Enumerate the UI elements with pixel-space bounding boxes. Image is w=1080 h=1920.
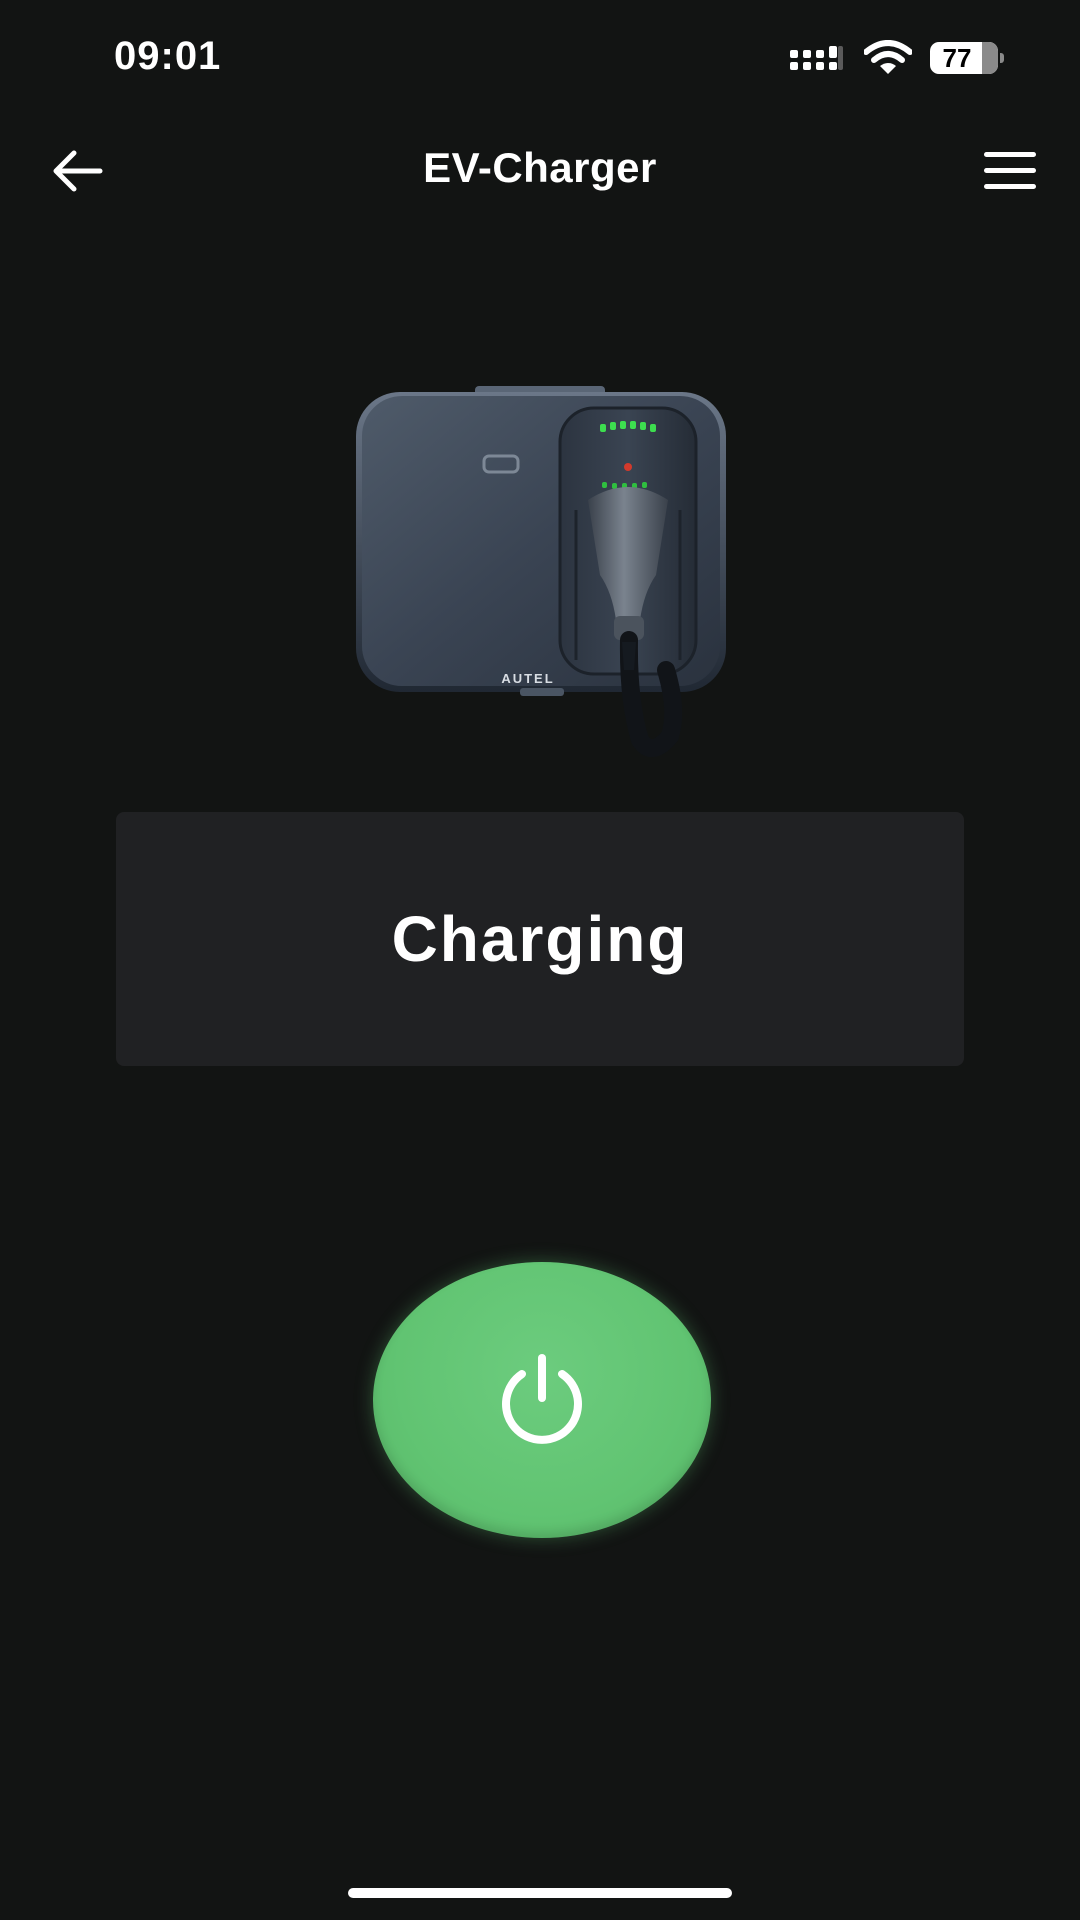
hamburger-menu-icon xyxy=(984,152,1036,189)
battery-icon: 77 xyxy=(930,42,1004,74)
app-header: EV-Charger xyxy=(0,120,1080,220)
charging-status-label: Charging xyxy=(391,903,689,975)
menu-button[interactable] xyxy=(982,146,1038,196)
charging-status-card: Charging xyxy=(116,812,964,1066)
wifi-icon xyxy=(864,40,912,74)
home-indicator[interactable] xyxy=(348,1888,732,1898)
page-title: EV-Charger xyxy=(423,144,657,191)
status-time: 09:01 xyxy=(114,34,222,78)
status-bar: 09:01 77 xyxy=(0,0,1080,120)
battery-level: 77 xyxy=(942,43,972,73)
power-button[interactable] xyxy=(373,1262,711,1538)
ev-charger-image: AUTEL xyxy=(356,386,726,757)
signal-icon xyxy=(790,46,843,70)
brand-logo-text: AUTEL xyxy=(501,671,554,686)
power-icon xyxy=(502,1354,582,1444)
